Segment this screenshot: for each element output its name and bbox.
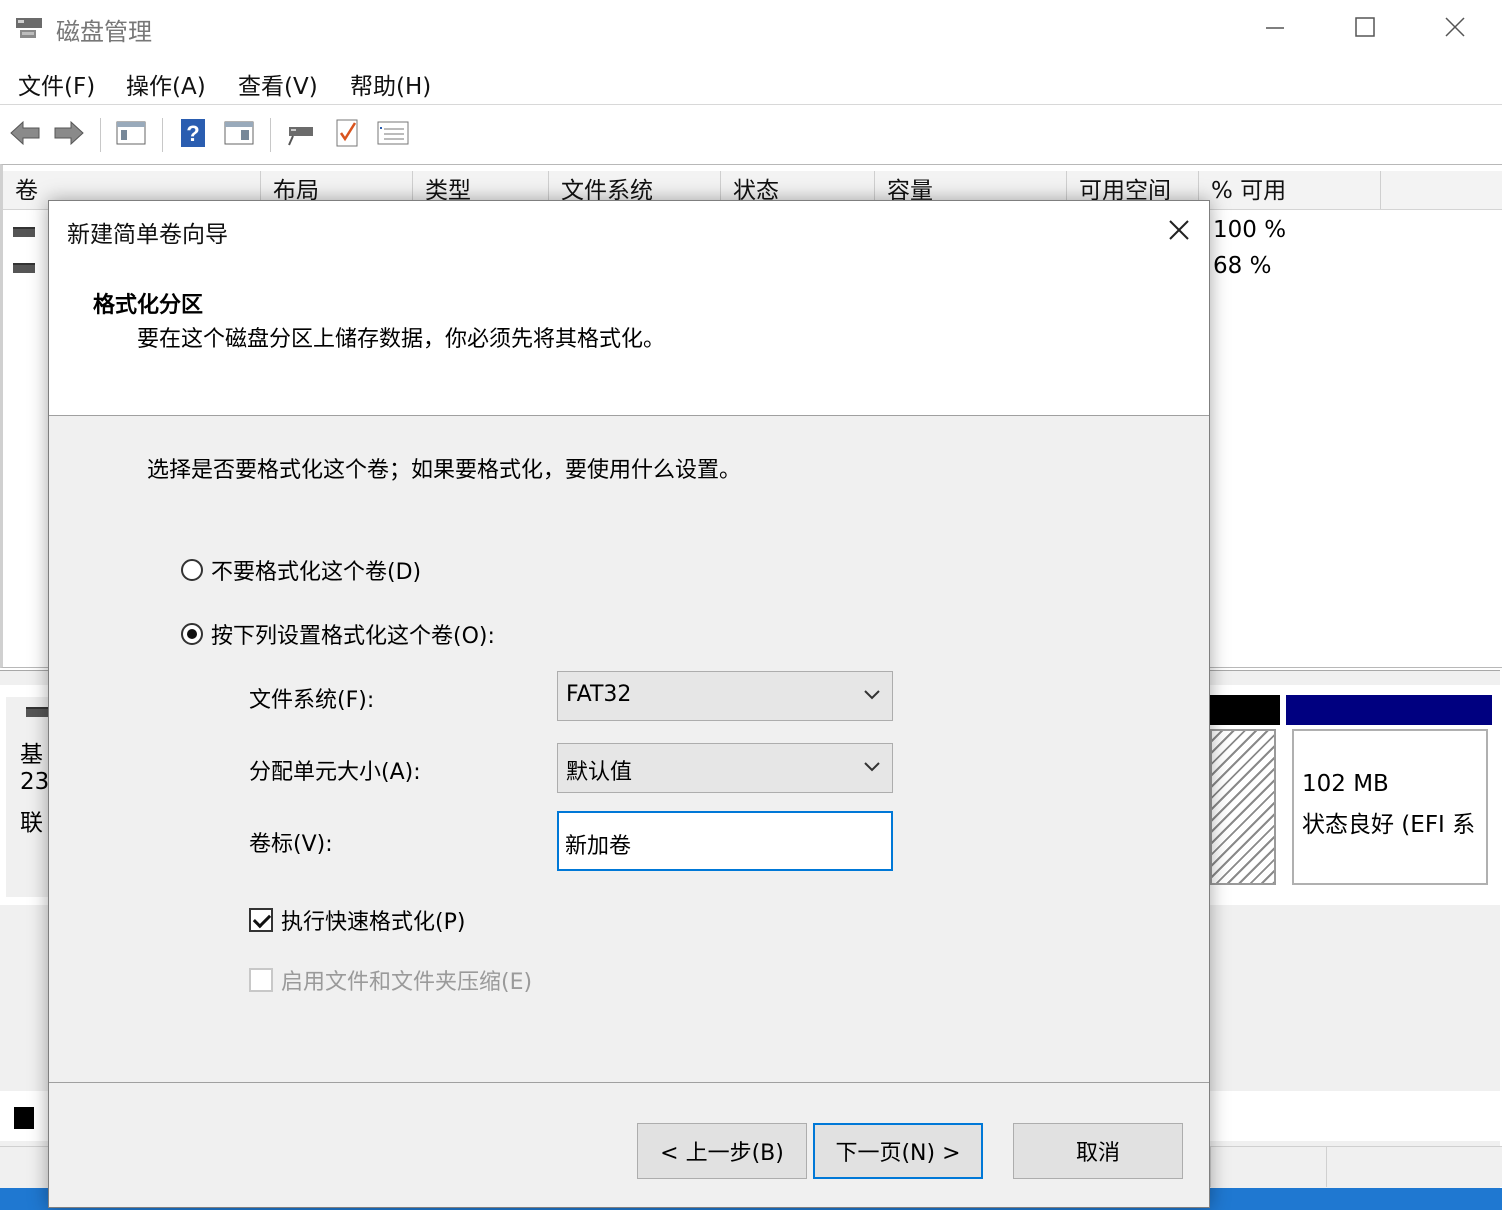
close-button[interactable] [1432, 6, 1478, 48]
menu-bar: 文件(F) 操作(A) 查看(V) 帮助(H) [0, 58, 1502, 105]
wizard-body: 选择是否要格式化这个卷；如果要格式化，要使用什么设置。 不要格式化这个卷(D) … [49, 416, 1209, 1082]
page-subtitle: 要在这个磁盘分区上储存数据，你必须先将其格式化。 [137, 327, 666, 352]
volume-label-label: 卷标(V): [249, 832, 333, 857]
compression-label: 启用文件和文件夹压缩(E) [281, 970, 533, 995]
back-button[interactable]: < 上一步(B) [637, 1123, 807, 1179]
console-tree-icon[interactable] [114, 116, 148, 150]
next-button[interactable]: 下一页(N) > [813, 1123, 983, 1179]
unallocated-partition[interactable] [1210, 729, 1276, 885]
volume-label-input[interactable] [557, 811, 893, 871]
filesystem-value: FAT32 [566, 682, 632, 707]
footer-divider [49, 1082, 1209, 1083]
no-format-label: 不要格式化这个卷(D) [211, 560, 422, 585]
compression-option: 启用文件和文件夹压缩(E) [249, 964, 532, 996]
drive-icon [26, 707, 48, 717]
filesystem-select[interactable]: FAT32 [557, 671, 893, 721]
drive-icon [13, 227, 35, 237]
settings-list-icon[interactable] [376, 116, 410, 150]
quick-format-option[interactable]: 执行快速格式化(P) [249, 904, 465, 936]
compression-checkbox [249, 968, 273, 992]
unallocated-partition-header [1210, 695, 1280, 725]
unallocated-legend-swatch [14, 1107, 34, 1129]
instruction-text: 选择是否要格式化这个卷；如果要格式化，要使用什么设置。 [147, 458, 742, 483]
help-icon[interactable]: ? [176, 116, 210, 150]
new-simple-volume-wizard: 新建简单卷向导 格式化分区 要在这个磁盘分区上储存数据，你必须先将其格式化。 选… [48, 200, 1210, 1208]
drive-icon [13, 263, 35, 273]
svg-text:?: ? [186, 121, 199, 146]
toolbar: ? [0, 106, 1502, 158]
chevron-down-icon [862, 684, 882, 704]
quick-format-label: 执行快速格式化(P) [281, 910, 466, 935]
dialog-title: 新建简单卷向导 [67, 222, 228, 248]
column-header[interactable]: % 可用 [1199, 171, 1381, 209]
efi-partition-header [1286, 695, 1492, 725]
title-bar: 磁盘管理 [0, 0, 1502, 56]
dialog-close-button[interactable] [1153, 205, 1205, 255]
format-label: 按下列设置格式化这个卷(O): [211, 624, 495, 649]
menu-file[interactable]: 文件(F) [18, 67, 95, 101]
menu-action[interactable]: 操作(A) [126, 67, 206, 101]
allocation-size-value: 默认值 [566, 760, 633, 785]
toolbar-divider [162, 118, 163, 152]
format-option[interactable]: 按下列设置格式化这个卷(O): [181, 618, 495, 650]
dialog-title-bar: 新建简单卷向导 [49, 201, 1209, 259]
checklist-icon[interactable] [330, 116, 364, 150]
no-format-option[interactable]: 不要格式化这个卷(D) [181, 554, 421, 586]
properties-view-icon[interactable] [222, 116, 256, 150]
percent-free-cell: 68 % [1213, 253, 1272, 279]
chevron-down-icon [862, 756, 882, 776]
quick-format-checkbox[interactable] [249, 908, 273, 932]
disk-type-label: 基 [20, 742, 43, 768]
window-title: 磁盘管理 [56, 18, 152, 46]
status-bar-cell [1210, 1147, 1211, 1187]
cancel-button[interactable]: 取消 [1013, 1123, 1183, 1179]
percent-free-cell: 100 % [1213, 217, 1287, 243]
efi-partition-size: 102 MB [1302, 771, 1389, 797]
status-bar-cell [1326, 1147, 1327, 1187]
disk-management-icon [14, 14, 44, 42]
connect-drive-icon[interactable] [284, 116, 318, 150]
allocation-size-select[interactable]: 默认值 [557, 743, 893, 793]
allocation-size-label: 分配单元大小(A): [249, 760, 421, 785]
back-arrow-icon[interactable] [8, 116, 42, 150]
no-format-radio[interactable] [181, 559, 203, 581]
menu-help[interactable]: 帮助(H) [350, 67, 431, 101]
wizard-header: 格式化分区 要在这个磁盘分区上储存数据，你必须先将其格式化。 [49, 259, 1209, 416]
format-radio[interactable] [181, 623, 203, 645]
toolbar-divider [100, 118, 101, 152]
menu-view[interactable]: 查看(V) [238, 67, 318, 101]
efi-partition[interactable]: 102 MB 状态良好 (EFI 系 [1292, 729, 1488, 885]
page-title: 格式化分区 [93, 293, 204, 318]
minimize-button[interactable] [1252, 6, 1298, 48]
disk-status-label: 联 [20, 810, 43, 836]
efi-partition-status: 状态良好 (EFI 系 [1302, 812, 1476, 838]
disk-size-label: 23 [20, 769, 50, 795]
forward-arrow-icon[interactable] [52, 116, 86, 150]
maximize-button[interactable] [1342, 6, 1388, 48]
toolbar-divider [270, 118, 271, 152]
close-icon [1169, 220, 1189, 240]
filesystem-label: 文件系统(F): [249, 688, 375, 713]
